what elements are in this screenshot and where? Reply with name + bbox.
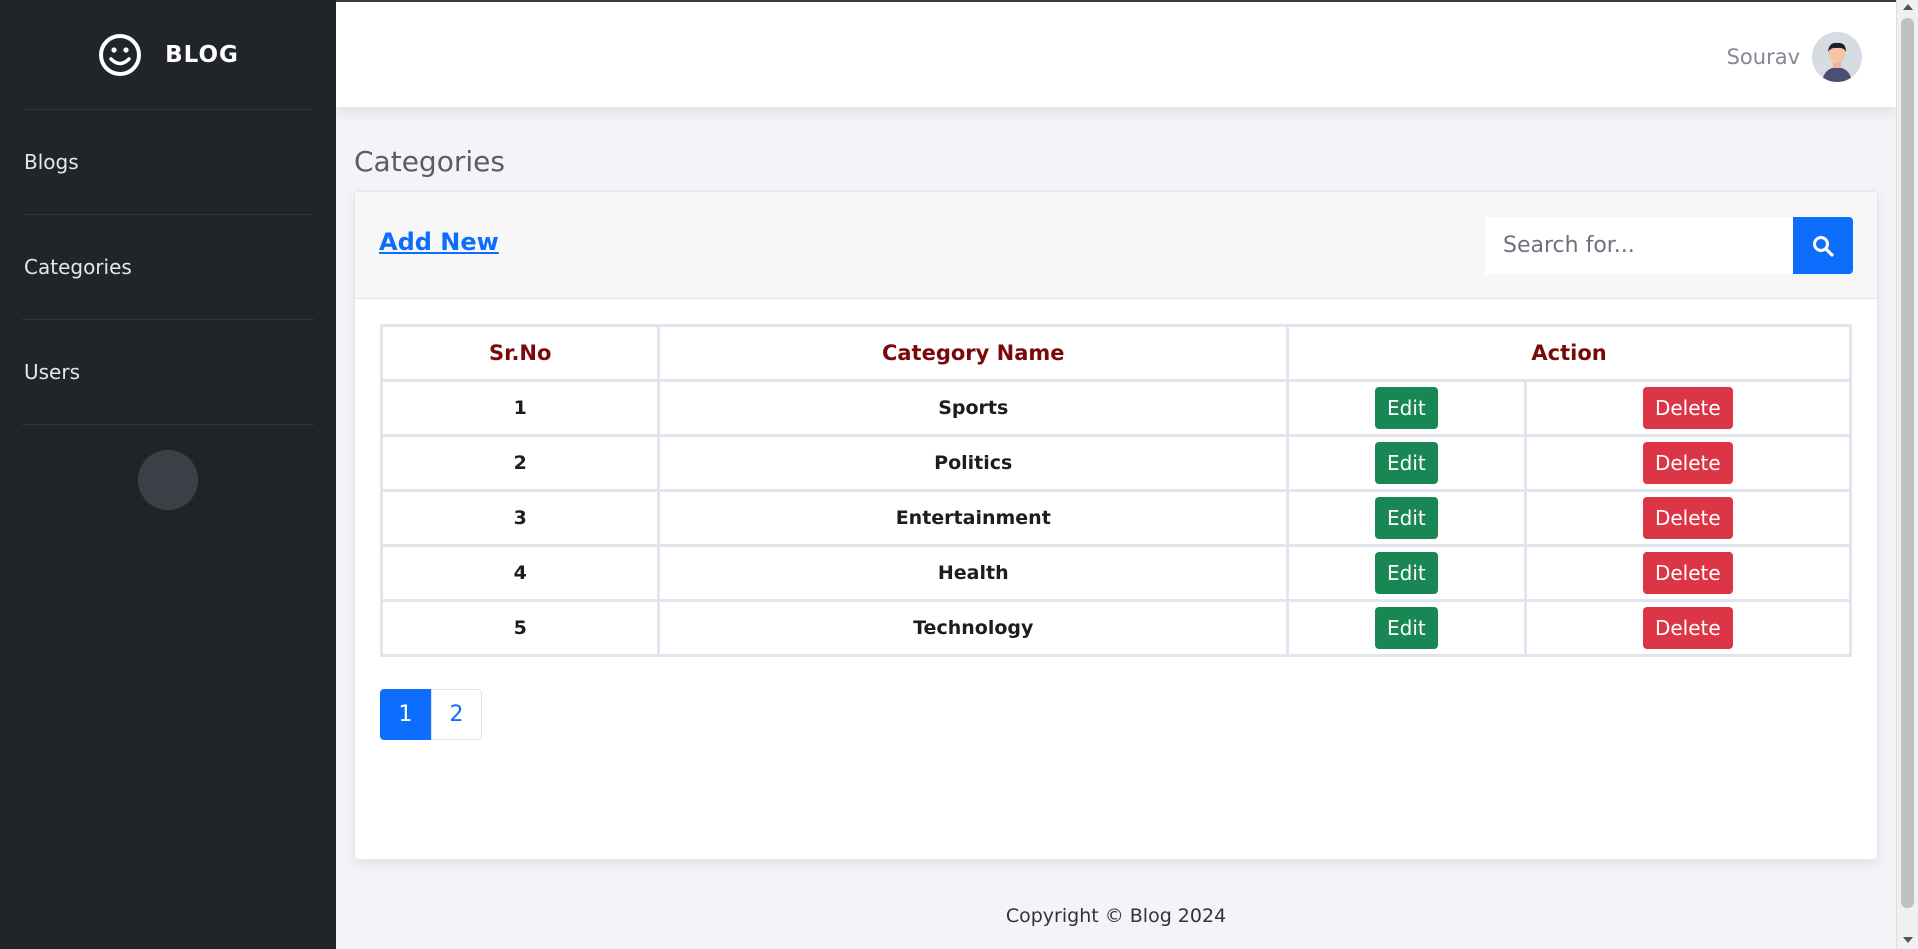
cell-edit: Edit: [1286, 544, 1527, 602]
column-header-action: Action: [1286, 324, 1852, 382]
user-avatar: [1812, 32, 1862, 82]
page-scrollbar[interactable]: [1896, 0, 1918, 949]
delete-button[interactable]: Delete: [1642, 607, 1733, 649]
cell-srno: 2: [379, 434, 661, 492]
cell-srno: 3: [379, 489, 661, 547]
sidebar-item-categories[interactable]: Categories: [22, 215, 314, 320]
delete-button[interactable]: Delete: [1642, 387, 1733, 429]
cell-delete: Delete: [1523, 544, 1853, 602]
sidebar-item-label: Categories: [24, 255, 132, 279]
cell-srno: 1: [379, 379, 661, 437]
cell-category-name: Politics: [657, 434, 1290, 492]
search-icon: [1813, 235, 1834, 257]
column-header-srno: Sr.No: [379, 324, 661, 382]
card-header: Add New: [355, 192, 1877, 299]
user-name: Sourav: [1726, 45, 1800, 69]
table-row: 4 Health Edit Delete: [379, 544, 1853, 602]
scroll-up-icon[interactable]: [1903, 4, 1913, 10]
search-group: [1485, 217, 1853, 274]
categories-card: Add New Sr.No Category Name Action: [354, 191, 1878, 860]
page-title: Categories: [354, 145, 505, 178]
edit-button[interactable]: Edit: [1374, 497, 1438, 539]
search-input[interactable]: [1485, 217, 1793, 274]
cell-srno: 4: [379, 544, 661, 602]
cell-delete: Delete: [1523, 434, 1853, 492]
table-row: 5 Technology Edit Delete: [379, 599, 1853, 657]
cell-category-name: Technology: [657, 599, 1290, 657]
smiley-icon: [99, 33, 142, 76]
sidebar-item-label: Users: [24, 360, 81, 384]
edit-button[interactable]: Edit: [1374, 607, 1438, 649]
table-row: 2 Politics Edit Delete: [379, 434, 1853, 492]
pagination: 1 2: [380, 689, 482, 740]
cell-category-name: Entertainment: [657, 489, 1290, 547]
cell-delete: Delete: [1523, 379, 1853, 437]
cell-edit: Edit: [1286, 434, 1527, 492]
table-header-row: Sr.No Category Name Action: [379, 324, 1852, 382]
table-row: 3 Entertainment Edit Delete: [379, 489, 1853, 547]
cell-edit: Edit: [1286, 489, 1527, 547]
page-1-button[interactable]: 1: [380, 689, 431, 740]
cell-delete: Delete: [1523, 599, 1853, 657]
cell-category-name: Health: [657, 544, 1290, 602]
cell-srno: 5: [379, 599, 661, 657]
sidebar-item-users[interactable]: Users: [22, 320, 314, 425]
table-row: 1 Sports Edit Delete: [379, 379, 1853, 437]
page-2-button[interactable]: 2: [431, 689, 482, 740]
scroll-down-icon[interactable]: [1903, 937, 1913, 943]
sidebar-toggle-button[interactable]: [138, 450, 198, 510]
brand-title: BLOG: [165, 41, 239, 68]
column-header-category-name: Category Name: [657, 324, 1290, 382]
categories-table: Sr.No Category Name Action 1 Sports Edit…: [379, 324, 1853, 657]
cell-edit: Edit: [1286, 379, 1527, 437]
sidebar-item-label: Blogs: [24, 150, 79, 174]
topbar: Sourav: [336, 0, 1896, 107]
delete-button[interactable]: Delete: [1642, 497, 1733, 539]
scroll-thumb[interactable]: [1901, 18, 1914, 908]
delete-button[interactable]: Delete: [1642, 552, 1733, 594]
edit-button[interactable]: Edit: [1374, 552, 1438, 594]
edit-button[interactable]: Edit: [1374, 442, 1438, 484]
sidebar: BLOG Blogs Categories Users: [0, 0, 336, 949]
delete-button[interactable]: Delete: [1642, 442, 1733, 484]
cell-edit: Edit: [1286, 599, 1527, 657]
user-menu[interactable]: Sourav: [1727, 32, 1862, 82]
search-button[interactable]: [1793, 217, 1853, 274]
edit-button[interactable]: Edit: [1374, 387, 1438, 429]
sidebar-item-blogs[interactable]: Blogs: [22, 110, 314, 215]
cell-delete: Delete: [1523, 489, 1853, 547]
footer-copyright: Copyright © Blog 2024: [1005, 905, 1227, 927]
add-new-link[interactable]: Add New: [379, 228, 499, 256]
cell-category-name: Sports: [657, 379, 1290, 437]
brand[interactable]: BLOG: [22, 0, 314, 110]
